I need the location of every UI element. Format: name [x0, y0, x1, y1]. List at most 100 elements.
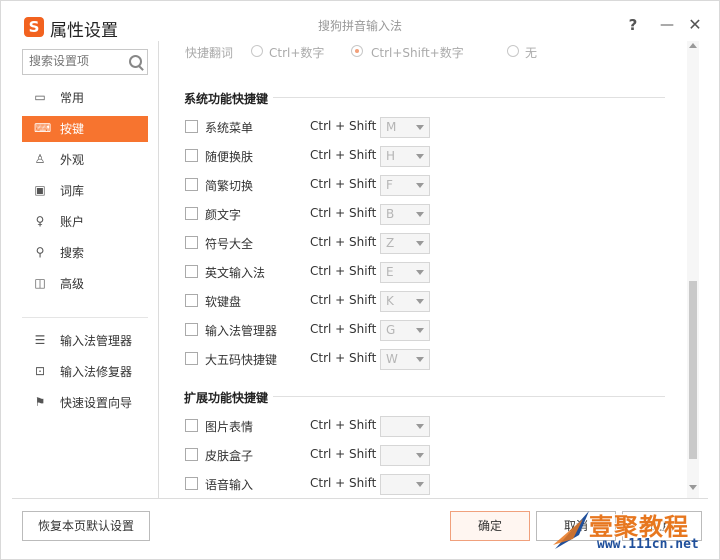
- shortcut-key-value: M: [386, 120, 397, 134]
- shortcut-checkbox[interactable]: [185, 149, 198, 162]
- shortcut-key-dropdown[interactable]: F: [380, 175, 430, 196]
- shortcut-checkbox[interactable]: [185, 323, 198, 336]
- sidebar-item-general[interactable]: ▭ 常用: [22, 85, 148, 111]
- shortcut-row: 大五码快捷键 Ctrl + Shift + W: [185, 349, 665, 370]
- shortcut-name: 符号大全: [205, 237, 254, 251]
- radio-none-label: 无: [525, 46, 538, 60]
- shortcut-key-dropdown[interactable]: [380, 445, 430, 466]
- shortcut-name: 皮肤盒子: [205, 449, 254, 463]
- sidebar-tool-setup-wizard[interactable]: ⚑ 快速设置向导: [22, 390, 148, 416]
- shortcut-key-dropdown[interactable]: M: [380, 117, 430, 138]
- sidebar-tool-ime-repair[interactable]: ⊡ 输入法修复器: [22, 359, 148, 385]
- shortcut-row: 随便换肤 Ctrl + Shift + H: [185, 146, 665, 167]
- sidebar-item-label: 输入法管理器: [60, 334, 133, 348]
- close-button[interactable]: ✕: [683, 13, 707, 37]
- sidebar-item-appearance[interactable]: ♙ 外观: [22, 147, 148, 173]
- sidebar-item-advanced[interactable]: ◫ 高级: [22, 271, 148, 297]
- section-divider: [273, 97, 665, 98]
- shortcut-modifier-label: Ctrl + Shift +: [310, 264, 391, 278]
- settings-panel: 快捷翻词 Ctrl+数字 Ctrl+Shift+数字 无 系统功能快捷键 系统菜…: [159, 41, 687, 498]
- word-flip-label: 快捷翻词: [185, 46, 234, 60]
- shortcut-modifier-label: Ctrl + Shift +: [310, 206, 391, 220]
- shortcut-key-dropdown[interactable]: W: [380, 349, 430, 370]
- shortcut-name: 英文输入法: [205, 266, 266, 280]
- scrollbar-thumb[interactable]: [689, 281, 697, 459]
- shirt-icon: ♙: [34, 152, 46, 166]
- shortcut-checkbox[interactable]: [185, 178, 198, 191]
- shortcut-key-dropdown[interactable]: G: [380, 320, 430, 341]
- shortcut-modifier-label: Ctrl + Shift +: [310, 447, 391, 461]
- sidebar-item-account[interactable]: ♀ 账户: [22, 209, 148, 235]
- shortcut-checkbox[interactable]: [185, 236, 198, 249]
- shortcut-row: 颜文字 Ctrl + Shift + B: [185, 204, 665, 225]
- flag-icon: ⚑: [34, 395, 46, 409]
- shortcut-modifier-label: Ctrl + Shift +: [310, 322, 391, 336]
- shortcut-key-dropdown[interactable]: [380, 474, 430, 495]
- chevron-down-icon: [416, 482, 424, 487]
- scroll-up-icon[interactable]: [689, 43, 697, 48]
- chevron-down-icon: [416, 154, 424, 159]
- shortcut-checkbox[interactable]: [185, 207, 198, 220]
- shortcut-key-value: E: [386, 265, 394, 279]
- shortcut-key-dropdown[interactable]: [380, 416, 430, 437]
- watermark-url: www.111cn.net: [597, 537, 699, 552]
- shortcut-checkbox[interactable]: [185, 120, 198, 133]
- radio-none[interactable]: [507, 45, 519, 57]
- minimize-button[interactable]: —: [655, 13, 679, 37]
- shortcut-checkbox[interactable]: [185, 419, 198, 432]
- shortcut-checkbox[interactable]: [185, 352, 198, 365]
- sidebar-item-label: 搜索: [60, 246, 85, 260]
- sidebar-tool-ime-manager[interactable]: ☰ 输入法管理器: [22, 328, 148, 354]
- sidebar-item-label: 词库: [60, 184, 85, 198]
- keyboard-icon: ⌨: [34, 121, 52, 135]
- sidebar-item-label: 按键: [60, 122, 85, 136]
- radio-ctrl-number[interactable]: [251, 45, 263, 57]
- sidebar-item-label: 高级: [60, 277, 85, 291]
- shortcut-modifier-label: Ctrl + Shift +: [310, 351, 391, 365]
- restore-defaults-button[interactable]: 恢复本页默认设置: [22, 511, 150, 541]
- search-icon[interactable]: [129, 55, 142, 68]
- sidebar-item-label: 账户: [60, 215, 85, 229]
- shortcut-key-dropdown[interactable]: E: [380, 262, 430, 283]
- extended-shortcuts-title: 扩展功能快捷键: [184, 391, 269, 405]
- help-button[interactable]: ?: [621, 13, 645, 37]
- sidebar-item-dictionary[interactable]: ▣ 词库: [22, 178, 148, 204]
- radio-ctrl-shift-number[interactable]: [351, 45, 363, 57]
- radio-ctrl-number-label: Ctrl+数字: [269, 46, 325, 60]
- chevron-down-icon: [416, 270, 424, 275]
- watermark: 壹聚教程 www.111cn.net: [549, 503, 719, 557]
- shortcut-checkbox[interactable]: [185, 265, 198, 278]
- shortcut-name: 输入法管理器: [205, 324, 278, 338]
- ok-button[interactable]: 确定: [450, 511, 530, 541]
- search-box[interactable]: [22, 49, 148, 75]
- shortcut-key-dropdown[interactable]: K: [380, 291, 430, 312]
- shortcut-name: 图片表情: [205, 420, 254, 434]
- shortcut-key-value: W: [386, 352, 398, 366]
- shortcut-checkbox[interactable]: [185, 477, 198, 490]
- shortcut-key-dropdown[interactable]: Z: [380, 233, 430, 254]
- shortcut-row: 系统菜单 Ctrl + Shift + M: [185, 117, 665, 138]
- shortcut-row: 皮肤盒子 Ctrl + Shift +: [185, 445, 665, 466]
- vertical-scrollbar[interactable]: [687, 41, 699, 498]
- sidebar-item-keys[interactable]: ⌨ 按键: [22, 116, 148, 142]
- search-input[interactable]: [23, 50, 125, 72]
- section-divider: [273, 396, 665, 397]
- square-icon: ◫: [34, 276, 46, 290]
- settings-window: S 属性设置 搜狗拼音输入法 ? — ✕ ▭ 常用 ⌨ 按键 ♙ 外观 ▣ 词库…: [0, 0, 720, 560]
- shortcut-key-value: K: [386, 294, 394, 308]
- shortcut-key-dropdown[interactable]: H: [380, 146, 430, 167]
- user-icon: ♀: [35, 214, 45, 228]
- shortcut-checkbox[interactable]: [185, 448, 198, 461]
- shortcut-row: 输入法管理器 Ctrl + Shift + G: [185, 320, 665, 341]
- shortcut-checkbox[interactable]: [185, 294, 198, 307]
- shortcut-key-value: H: [386, 149, 396, 163]
- shortcut-row: 语音输入 Ctrl + Shift +: [185, 474, 665, 495]
- scroll-down-icon[interactable]: [689, 485, 697, 490]
- chevron-down-icon: [416, 212, 424, 217]
- shortcut-key-dropdown[interactable]: B: [380, 204, 430, 225]
- chevron-down-icon: [416, 424, 424, 429]
- sidebar-item-search[interactable]: ⚲ 搜索: [22, 240, 148, 266]
- radio-ctrl-shift-number-label: Ctrl+Shift+数字: [371, 46, 464, 60]
- sidebar-item-label: 输入法修复器: [60, 365, 133, 379]
- chevron-down-icon: [416, 183, 424, 188]
